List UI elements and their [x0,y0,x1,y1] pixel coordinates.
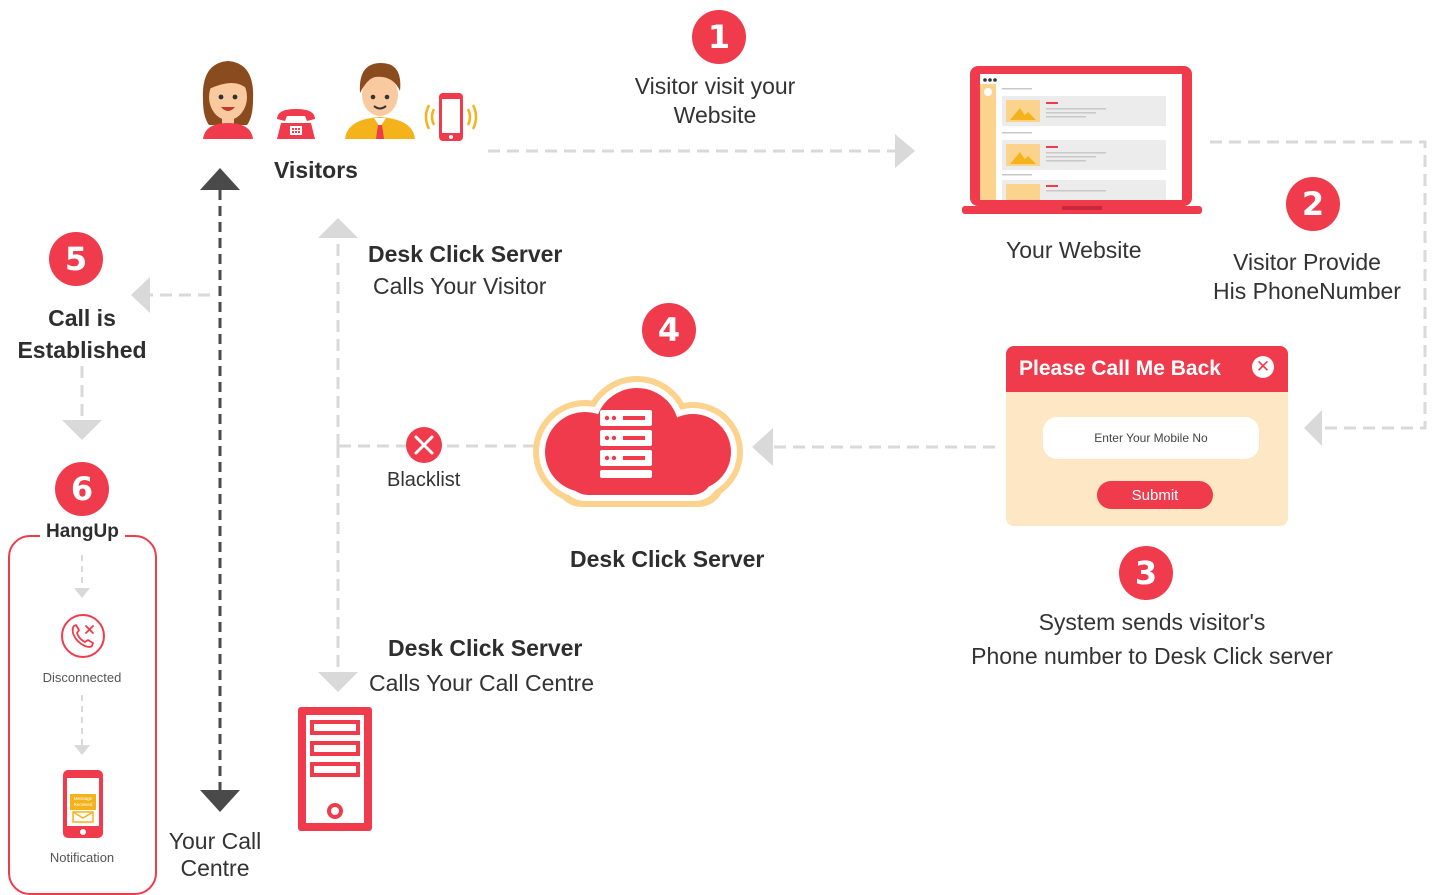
calls-centre-text: Desk Click Server Calls Your Call Centre [369,634,594,698]
your-website-label: Your Website [1006,237,1142,263]
calls-visitor-sub: Calls Your Visitor [373,273,547,299]
close-icon[interactable]: ✕ [1252,356,1274,378]
step-1-badge: 1 [692,10,746,64]
arrowhead-cloud [752,428,773,466]
call-centre-label: Your Call Centre [160,828,270,882]
step-2-badge: 2 [1286,177,1340,231]
phone-message-icon: Message Received [63,770,103,838]
visitors-illustration [202,61,478,141]
call-end-icon [61,614,105,658]
step-3-badge: 3 [1119,546,1173,600]
calls-centre-title: Desk Click Server [388,635,583,661]
popup-header: Please Call Me Back ✕ [1006,346,1288,392]
step-1-line1: Visitor visit your [634,73,796,99]
x-circle-icon [406,427,442,463]
step-2-text: Visitor Provide His PhoneNumber [1200,248,1414,306]
step-3-line2: Phone number to Desk Click server [971,643,1333,669]
hangup-panel [8,535,157,895]
desk-click-server-label: Desk Click Server [570,546,765,572]
telephone-icon [277,109,315,139]
submit-button[interactable]: Submit [1097,481,1213,509]
step-5-line1: Call is [48,305,116,331]
woman-avatar-icon [202,61,254,139]
call-centre-line1: Your Call [168,828,262,854]
ringing-mobile-icon [424,93,478,141]
disconnected-label: Disconnected [42,670,122,685]
arrowhead-up [318,218,358,238]
step-2-line2: His PhoneNumber [1213,278,1401,304]
calls-centre-sub: Calls Your Call Centre [369,670,595,696]
cloud-server-icon [533,376,743,507]
calls-visitor-title: Desk Click Server [368,241,563,267]
blacklist-label: Blacklist [387,469,461,491]
server-tower-icon [298,707,372,831]
visitors-label: Visitors [274,157,358,183]
dark-arrowhead-up [200,168,240,190]
popup-title: Please Call Me Back [1019,357,1221,380]
step-3-text: System sends visitor's Phone number to D… [950,605,1354,673]
mobile-number-input[interactable]: Enter Your Mobile No [1043,417,1259,459]
notification-label: Notification [49,850,115,865]
step-5-line2: Established [17,337,147,363]
step-5-badge: 5 [49,232,103,286]
step-4-badge: 4 [642,303,696,357]
step-6-badge: 6 [55,462,109,516]
step-1-text: Visitor visit your Website [600,72,830,130]
message-line1: Message [74,796,93,801]
step-1-line2: Website [673,102,757,128]
arrowhead-hangup [62,420,102,440]
arrowhead-popup [1304,410,1322,446]
call-me-back-popup: Please Call Me Back ✕ Enter Your Mobile … [1006,346,1288,526]
laptop-icon [962,66,1202,214]
hangup-title: HangUp [40,521,125,543]
arrowhead-website [895,134,915,168]
step-5-text: Call is Established [0,302,164,366]
call-centre-line2: Centre [180,855,250,881]
message-line2: Received [74,802,93,807]
arrowhead-down [318,672,358,692]
calls-visitor-text: Desk Click Server Calls Your Visitor [368,240,562,301]
step-2-line1: Visitor Provide [1233,249,1381,275]
dark-arrowhead-down [200,790,240,812]
step-3-line1: System sends visitor's [1038,609,1266,635]
man-avatar-icon [345,63,415,139]
